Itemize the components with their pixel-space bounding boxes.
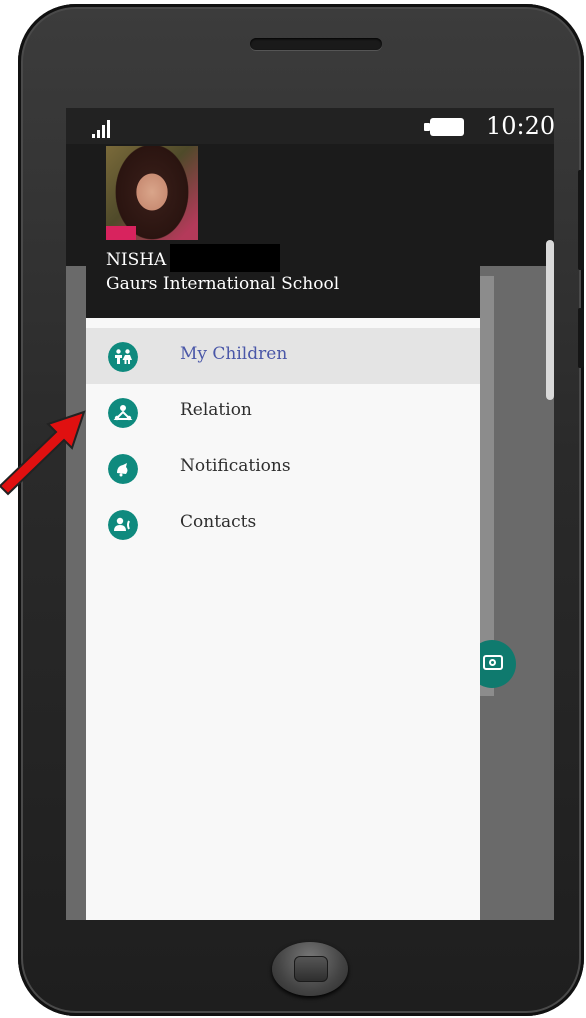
drawer-header: NISHA Gaurs International School [86,144,480,318]
notification-icon [108,454,138,484]
contacts-icon [108,510,138,540]
annotation-arrow-icon [0,410,86,496]
side-button [578,170,584,270]
speaker-grille [250,38,382,50]
home-button[interactable] [272,942,348,996]
avatar-clothing [106,226,136,240]
menu-item-label: Relation [180,400,252,420]
screen: 10:20 NISHA Gaurs International School M… [66,108,554,920]
status-bar: 10:20 [66,108,554,144]
menu-item-label: Contacts [180,512,257,532]
scrollbar[interactable] [546,240,554,400]
battery-icon [424,118,464,136]
clock: 10:20 [486,112,554,140]
menu-item-label: Notifications [180,456,291,476]
phone-frame: 10:20 NISHA Gaurs International School M… [18,4,584,1016]
menu-item-contacts[interactable]: Contacts [86,496,480,552]
school-name: Gaurs International School [106,274,340,294]
avatar[interactable] [106,146,198,240]
navigation-drawer: NISHA Gaurs International School My Chil… [86,144,480,920]
menu-item-relation[interactable]: Relation [86,384,480,440]
menu-item-my-children[interactable]: My Children [86,328,480,384]
user-name: NISHA [106,250,167,270]
background-content [480,276,494,696]
menu-item-label: My Children [180,344,288,364]
relation-icon [108,398,138,428]
menu-item-notifications[interactable]: Notifications [86,440,480,496]
redaction-bar [170,244,280,272]
signal-icon [92,118,116,138]
camera-icon [483,655,503,670]
drawer-menu: My Children Relation Notifications Conta… [86,328,480,552]
side-button [578,308,584,368]
children-icon [108,342,138,372]
home-button-face [294,956,328,982]
